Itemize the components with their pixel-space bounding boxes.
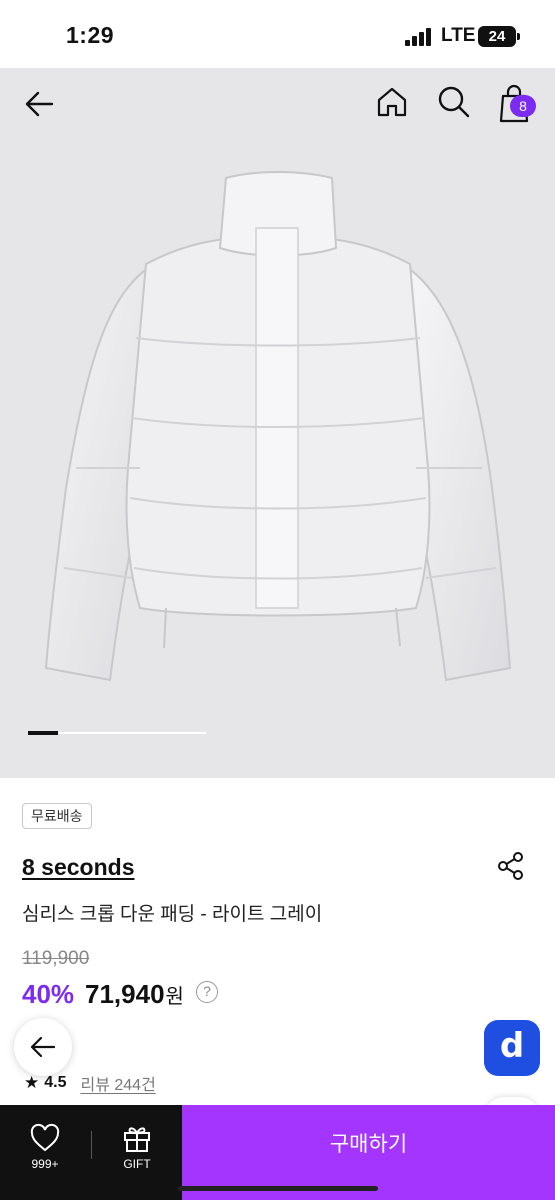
- status-time: 1:29: [66, 22, 115, 48]
- free-shipping-badge: 무료배송: [22, 803, 92, 829]
- rating-score: 4.5: [44, 1074, 67, 1091]
- brand-link[interactable]: 8 seconds: [22, 854, 135, 881]
- cart-count-badge: 8: [510, 95, 536, 117]
- back-arrow-icon: [30, 1036, 56, 1058]
- discount-rate: 40%: [22, 979, 75, 1009]
- search-icon[interactable]: [434, 82, 474, 122]
- star-icon: ★: [24, 1073, 40, 1092]
- currency-label: 원: [165, 986, 184, 1008]
- gift-icon: [124, 1127, 150, 1152]
- review-count-link[interactable]: 리뷰 244건: [81, 1071, 156, 1095]
- gallery-progress-indicator: [28, 731, 58, 735]
- product-image-gallery[interactable]: [0, 68, 555, 778]
- back-arrow-icon[interactable]: [20, 84, 60, 124]
- sale-price: 71,940원: [85, 979, 184, 1010]
- gift-label: GIFT: [123, 1157, 151, 1171]
- floating-back-button[interactable]: [14, 1018, 72, 1076]
- signal-icon: [405, 28, 435, 46]
- like-button[interactable]: 999+: [0, 1105, 90, 1200]
- gift-button[interactable]: GIFT: [92, 1105, 182, 1200]
- share-icon[interactable]: [495, 850, 527, 882]
- battery-icon: 24: [478, 26, 520, 47]
- network-type: LTE: [441, 25, 476, 46]
- app-shortcut-button[interactable]: d: [484, 1020, 540, 1076]
- heart-icon: [30, 1123, 60, 1152]
- like-count: 999+: [31, 1157, 59, 1171]
- product-photo-jacket: [44, 171, 512, 682]
- sale-price-value: 71,940: [85, 979, 165, 1009]
- home-indicator: [178, 1186, 378, 1191]
- status-bar: 1:29 LTE 24: [0, 0, 555, 68]
- price-info-icon[interactable]: ?: [196, 981, 218, 1003]
- home-icon[interactable]: [372, 82, 412, 122]
- original-price: 119,900: [22, 948, 90, 969]
- product-title: 심리스 크롭 다운 패딩 - 라이트 그레이: [22, 904, 323, 925]
